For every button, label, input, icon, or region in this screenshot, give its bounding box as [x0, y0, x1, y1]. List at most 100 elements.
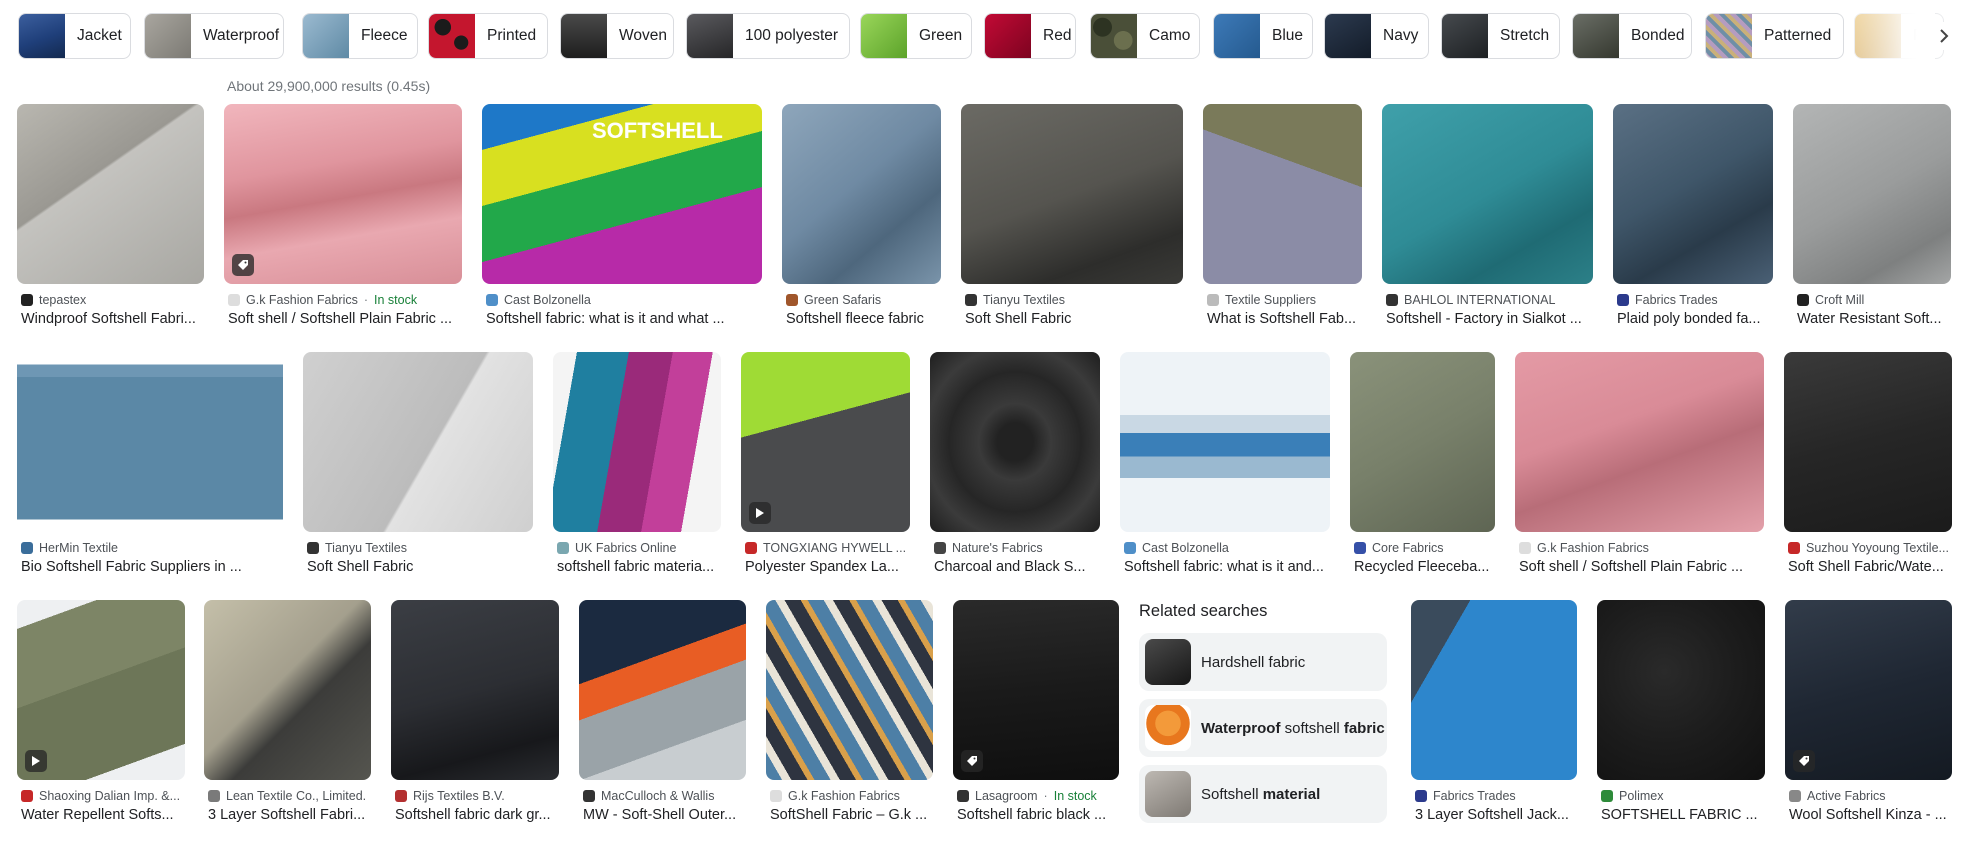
favicon-icon [1601, 790, 1613, 802]
image-result[interactable]: Active Fabrics Wool Softshell Kinza - ..… [1785, 600, 1952, 825]
play-icon [749, 502, 771, 524]
image-result[interactable]: Shaoxing Dalian Imp. &... Water Repellen… [17, 600, 185, 825]
result-title[interactable]: SoftShell Fabric – G.k ... [770, 807, 935, 823]
chip-blue[interactable]: Blue [1213, 13, 1313, 59]
related-search-waterproof-softshell-fabric[interactable]: Waterproof softshell fabric [1139, 699, 1387, 757]
chevron-right-icon[interactable] [1930, 22, 1958, 50]
result-title[interactable]: Soft shell / Softshell Plain Fabric ... [228, 311, 464, 327]
image-result[interactable]: Cast Bolzonella Softshell fabric: what i… [1120, 352, 1330, 577]
result-title[interactable]: Recycled Fleeceba... [1354, 559, 1497, 575]
image-result[interactable]: SOFTSHELL Cast Bolzonella Softshell fabr… [482, 104, 762, 329]
favicon-icon [21, 294, 33, 306]
image-result[interactable]: Rijs Textiles B.V. Softshell fabric dark… [391, 600, 559, 825]
image-result[interactable]: Fabrics Trades Plaid poly bonded fa... [1613, 104, 1773, 329]
result-thumbnail: SOFTSHELL [482, 104, 762, 284]
favicon-icon [557, 542, 569, 554]
result-title[interactable]: Softshell fabric: what is it and what ..… [486, 311, 764, 327]
image-result[interactable]: Croft Mill Water Resistant Soft... [1793, 104, 1951, 329]
image-result[interactable]: tepastex Windproof Softshell Fabri... [17, 104, 204, 329]
result-title[interactable]: Soft Shell Fabric/Wate... [1788, 559, 1954, 575]
result-title[interactable]: Wool Softshell Kinza - ... [1789, 807, 1954, 823]
chip-camo[interactable]: Camo [1090, 13, 1200, 59]
result-title[interactable]: Charcoal and Black S... [934, 559, 1102, 575]
image-result[interactable]: Green Safaris Softshell fleece fabric [782, 104, 941, 329]
image-result[interactable]: Lasagroom · In stock Softshell fabric blac… [953, 600, 1119, 825]
source-name: Rijs Textiles B.V. [413, 789, 505, 803]
source-name: Lasagroom [975, 789, 1038, 803]
image-result[interactable]: Suzhou Yoyoung Textile... Soft Shell Fab… [1784, 352, 1952, 577]
image-result[interactable]: Core Fabrics Recycled Fleeceba... [1350, 352, 1495, 577]
image-result[interactable]: Polimex SOFTSHELL FABRIC ... [1597, 600, 1765, 825]
chip-navy[interactable]: Navy [1324, 13, 1429, 59]
result-title[interactable]: Soft shell / Softshell Plain Fabric ... [1519, 559, 1766, 575]
source-name: Croft Mill [1815, 293, 1865, 307]
chip-stretch[interactable]: Stretch [1441, 13, 1560, 59]
chip-thumbnail [1214, 14, 1260, 58]
result-thumbnail [1350, 352, 1495, 532]
source-name: tepastex [39, 293, 87, 307]
result-title[interactable]: SOFTSHELL FABRIC ... [1601, 807, 1767, 823]
image-result[interactable]: MacCulloch & Wallis MW - Soft-Shell Oute… [579, 600, 746, 825]
result-title[interactable]: 3 Layer Softshell Fabri... [208, 807, 373, 823]
source-name: Shaoxing Dalian Imp. &... [39, 789, 181, 803]
chip-patterned[interactable]: Patterned [1705, 13, 1844, 59]
chip-100-polyester[interactable]: 100 polyester [686, 13, 850, 59]
result-title[interactable]: Softshell fabric: what is it and... [1124, 559, 1332, 575]
chip-jacket[interactable]: Jacket [18, 13, 131, 59]
chip-printed[interactable]: Printed [428, 13, 548, 59]
result-title[interactable]: What is Softshell Fab... [1207, 311, 1364, 327]
result-title[interactable]: Polyester Spandex La... [745, 559, 912, 575]
chip-fleece[interactable]: Fleece [302, 13, 418, 59]
image-result[interactable]: G.k Fashion Fabrics SoftShell Fabric – G… [766, 600, 933, 825]
related-searches-heading: Related searches [1139, 602, 1268, 620]
result-title[interactable]: Softshell fabric dark gr... [395, 807, 561, 823]
tag-icon [1793, 750, 1815, 772]
result-title[interactable]: 3 Layer Softshell Jack... [1415, 807, 1579, 823]
image-result[interactable]: TONGXIANG HYWELL ... Polyester Spandex L… [741, 352, 910, 577]
result-title[interactable]: Softshell fabric black ... [957, 807, 1121, 823]
result-title[interactable]: Soft Shell Fabric [307, 559, 535, 575]
related-search-hardshell-fabric[interactable]: Hardshell fabric [1139, 633, 1387, 691]
chip-waterproof[interactable]: Waterproof [144, 13, 284, 59]
result-title[interactable]: Bio Softshell Fabric Suppliers in ... [21, 559, 285, 575]
image-result[interactable]: Tianyu Textiles Soft Shell Fabric [961, 104, 1183, 329]
result-title[interactable]: Windproof Softshell Fabri... [21, 311, 206, 327]
result-title[interactable]: Water Resistant Soft... [1797, 311, 1953, 327]
chip-green[interactable]: Green [860, 13, 972, 59]
favicon-icon [395, 790, 407, 802]
image-result[interactable]: Textile Suppliers What is Softshell Fab.… [1203, 104, 1362, 329]
chip-label: Fleece [361, 27, 408, 44]
result-title[interactable]: Plaid poly bonded fa... [1617, 311, 1775, 327]
result-source: G.k Fashion Fabrics [770, 789, 935, 803]
source-name: Tianyu Textiles [325, 541, 407, 555]
result-source: Tianyu Textiles [965, 293, 1185, 307]
result-thumbnail [1784, 352, 1952, 532]
result-thumbnail [1785, 600, 1952, 780]
image-result[interactable]: Lean Textile Co., Limited. 3 Layer Softs… [204, 600, 371, 825]
result-title[interactable]: softshell fabric materia... [557, 559, 723, 575]
image-result[interactable]: HerMin Textile Bio Softshell Fabric Supp… [17, 352, 283, 577]
result-source: Suzhou Yoyoung Textile... [1788, 541, 1954, 555]
source-name: Cast Bolzonella [1142, 541, 1229, 555]
result-title[interactable]: Water Repellent Softs... [21, 807, 187, 823]
image-result[interactable]: G.k Fashion Fabrics Soft shell / Softshe… [1515, 352, 1764, 577]
favicon-icon [583, 790, 595, 802]
chip-bonded[interactable]: Bonded [1572, 13, 1692, 59]
image-result[interactable]: G.k Fashion Fabrics · In stock Soft shell … [224, 104, 462, 329]
result-title[interactable]: Soft Shell Fabric [965, 311, 1185, 327]
image-result[interactable]: Fabrics Trades 3 Layer Softshell Jack... [1411, 600, 1577, 825]
result-title[interactable]: Softshell - Factory in Sialkot ... [1386, 311, 1595, 327]
related-search-softshell-material[interactable]: Softshell material [1139, 765, 1387, 823]
image-result[interactable]: Tianyu Textiles Soft Shell Fabric [303, 352, 533, 577]
chip-woven[interactable]: Woven [560, 13, 674, 59]
favicon-icon [745, 542, 757, 554]
favicon-icon [1797, 294, 1809, 306]
image-result[interactable]: Nature's Fabrics Charcoal and Black S... [930, 352, 1100, 577]
image-result[interactable]: UK Fabrics Online softshell fabric mater… [553, 352, 721, 577]
image-result[interactable]: BAHLOL INTERNATIONAL Softshell - Factory… [1382, 104, 1593, 329]
result-title[interactable]: Softshell fleece fabric [786, 311, 943, 327]
result-title[interactable]: MW - Soft-Shell Outer... [583, 807, 748, 823]
chip-red[interactable]: Red [984, 13, 1076, 59]
result-thumbnail [303, 352, 533, 532]
chip-thumbnail [1706, 14, 1752, 58]
